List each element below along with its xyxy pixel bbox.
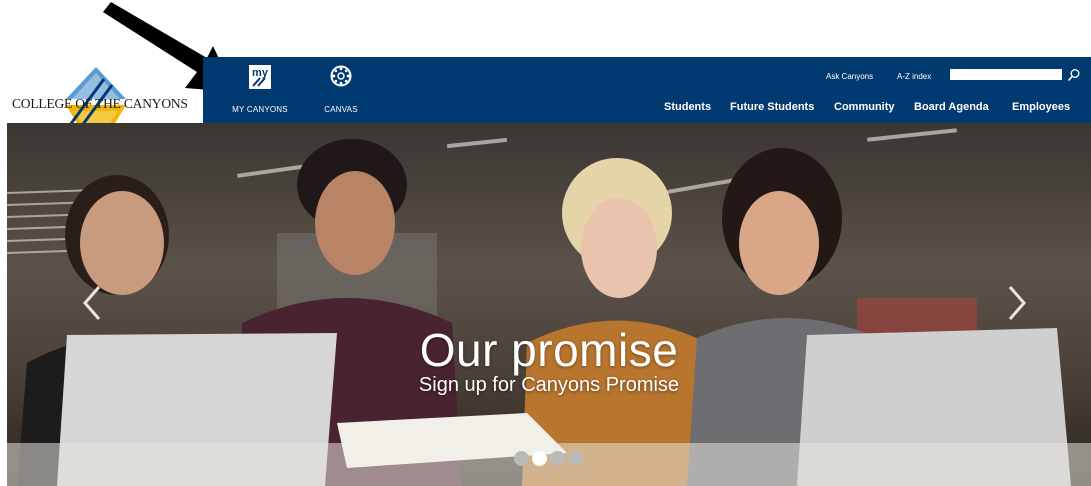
hero-title: Our promise (419, 324, 679, 376)
hero-carousel: Our promise Sign up for Canyons Promise (7, 123, 1091, 486)
a-z-index-link[interactable]: A-Z index (897, 72, 931, 81)
hero-subtitle[interactable]: Sign up for Canyons Promise (7, 374, 1091, 397)
nav-students[interactable]: Students (664, 101, 711, 113)
nav-employees[interactable]: Employees (1012, 101, 1070, 113)
ask-canyons-link[interactable]: Ask Canyons (826, 72, 873, 81)
carousel-dot-3[interactable] (550, 451, 565, 466)
carousel-dot-4[interactable] (568, 451, 583, 466)
my-canyons-link[interactable]: my MY CANYONS (225, 57, 295, 123)
canvas-label: CANVAS (324, 105, 358, 114)
search-icon[interactable] (1067, 68, 1081, 82)
carousel-next-icon[interactable] (1002, 283, 1032, 323)
nav-community[interactable]: Community (834, 101, 895, 113)
canvas-link[interactable]: CANVAS (306, 57, 376, 123)
my-canyons-label: MY CANYONS (232, 105, 288, 114)
carousel-dot-2[interactable] (532, 451, 547, 466)
nav-future-students[interactable]: Future Students (730, 101, 814, 113)
hero-photo (7, 128, 1091, 486)
my-canyons-icon: my (249, 65, 271, 89)
svg-text:my: my (252, 67, 269, 79)
nav-board-agenda[interactable]: Board Agenda (914, 101, 989, 113)
college-logo-text: COLLEGE OF THE CANYONS (12, 96, 188, 111)
carousel-dots (514, 451, 583, 466)
header-bar: my MY CANYONS CANVAS Ask Canyons A-Z ind… (203, 57, 1091, 123)
carousel-dot-1[interactable] (514, 451, 529, 466)
canvas-icon (330, 65, 352, 87)
carousel-prev-icon[interactable] (77, 283, 107, 323)
search-input[interactable] (950, 69, 1062, 80)
